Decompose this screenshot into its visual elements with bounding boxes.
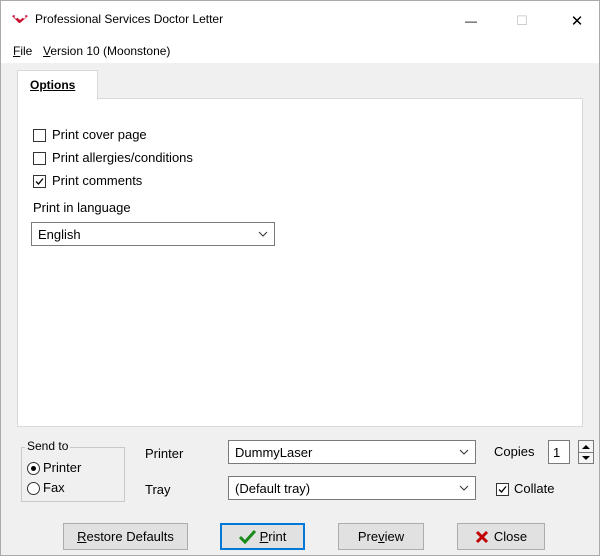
print-comments-label[interactable]: Print comments <box>52 173 142 188</box>
tray-select[interactable]: (Default tray) <box>228 476 476 500</box>
send-to-fax-radio[interactable] <box>27 482 40 495</box>
chevron-down-icon <box>459 485 469 491</box>
arrow-up-icon[interactable] <box>582 444 590 450</box>
app-icon <box>12 15 28 23</box>
maximize-button[interactable]: ☐ <box>499 7 545 35</box>
language-value: English <box>38 227 81 242</box>
print-cover-page-checkbox[interactable] <box>33 129 46 142</box>
tab-options[interactable]: Options <box>17 70 98 100</box>
radio-selected-dot <box>31 466 36 471</box>
print-label: rint <box>268 529 287 544</box>
menu-file[interactable]: File <box>13 44 32 58</box>
send-to-printer-radio[interactable] <box>27 462 40 475</box>
print-comments-checkbox[interactable] <box>33 175 46 188</box>
copies-value: 1 <box>553 445 561 460</box>
printer-value: DummyLaser <box>235 445 313 460</box>
menu-bar: File Version 10 (Moonstone) <box>1 41 599 63</box>
chevron-down-icon <box>459 449 469 455</box>
stepper-divider <box>579 452 593 453</box>
check-icon <box>238 529 256 544</box>
chevron-down-icon <box>258 231 268 237</box>
send-to-printer-label[interactable]: Printer <box>43 460 81 475</box>
print-cover-page-label[interactable]: Print cover page <box>52 127 147 142</box>
close-icon: ✕ <box>570 13 584 30</box>
copies-stepper[interactable] <box>578 440 594 464</box>
close-label: Close <box>493 529 528 544</box>
preview-label-post: iew <box>384 529 405 544</box>
checkmark-icon <box>35 178 44 185</box>
copies-field[interactable]: 1 <box>548 440 570 464</box>
collate-checkbox[interactable] <box>496 483 509 496</box>
send-to-fax-label[interactable]: Fax <box>43 480 65 495</box>
printer-label: Printer <box>145 446 184 461</box>
minimize-button[interactable]: — <box>448 7 494 35</box>
close-window-button[interactable]: ✕ <box>554 7 600 35</box>
tray-value: (Default tray) <box>235 481 311 496</box>
print-accel: P <box>259 529 269 544</box>
tab-options-label: Options <box>30 78 76 92</box>
preview-label-pre: Pre <box>357 529 379 544</box>
print-allergies-label[interactable]: Print allergies/conditions <box>52 150 193 165</box>
window-title: Professional Services Doctor Letter <box>35 12 224 26</box>
copies-label: Copies <box>494 444 535 459</box>
printer-select[interactable]: DummyLaser <box>228 440 476 464</box>
tray-label: Tray <box>145 482 171 497</box>
title-bar[interactable]: Professional Services Doctor Letter — ☐ … <box>1 1 599 41</box>
restore-defaults-button[interactable]: Restore Defaults <box>63 523 188 550</box>
maximize-icon: ☐ <box>516 13 528 28</box>
restore-label: estore Defaults <box>86 529 174 544</box>
collate-label[interactable]: Collate <box>514 481 554 496</box>
arrow-down-icon[interactable] <box>582 455 590 461</box>
options-panel <box>17 98 583 427</box>
restore-accel: R <box>77 529 87 544</box>
send-to-title: Send to <box>25 439 71 453</box>
preview-button[interactable]: Pre v iew <box>338 523 424 550</box>
close-button[interactable]: Close <box>457 523 545 550</box>
print-allergies-checkbox[interactable] <box>33 152 46 165</box>
print-button[interactable]: Print <box>220 523 305 550</box>
language-select[interactable]: English <box>31 222 275 246</box>
minimize-icon: — <box>465 14 477 28</box>
language-label: Print in language <box>33 200 131 215</box>
checkmark-icon <box>498 486 507 493</box>
menu-version[interactable]: Version 10 (Moonstone) <box>43 44 170 58</box>
x-icon <box>475 530 488 543</box>
